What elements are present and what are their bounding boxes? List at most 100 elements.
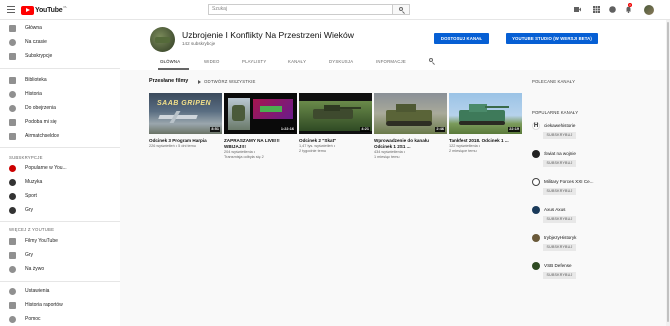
scrollbar-thumb[interactable]: [667, 22, 669, 322]
sidebar-item-history[interactable]: Historia: [0, 89, 120, 101]
sidebar-item-label: Do obejrzenia: [25, 105, 56, 111]
channel-title: Uzbrojenie I Konflikty Na Przestrzeni Wi…: [182, 30, 354, 40]
video-thumbnail[interactable]: SAAB GRIPEN 8:51: [149, 93, 222, 134]
subscriptions-icon: [9, 53, 16, 60]
sidebar-item-home[interactable]: Główna: [0, 23, 120, 35]
apps-icon[interactable]: [593, 6, 600, 13]
sidebar-item-popular[interactable]: Popularne w You...: [0, 163, 120, 175]
subscribe-button[interactable]: SUBSKRYBUJ: [543, 216, 576, 223]
video-card[interactable]: SAAB GRIPEN 8:51 Odcinek 3 Program Harpi…: [149, 93, 222, 149]
divider: [0, 68, 120, 69]
create-video-icon[interactable]: [574, 6, 581, 13]
channel-item[interactable]: H ciekawehistorie SUBSKRYBUJ: [532, 122, 652, 142]
play-icon: [198, 79, 201, 84]
subscribe-button[interactable]: SUBSKRYBUJ: [543, 244, 576, 251]
clock-icon: [9, 105, 16, 112]
channel-name[interactable]: Military Forces XXI Ce...: [544, 179, 604, 184]
sidebar-item-report-history[interactable]: Historia raportów: [0, 300, 120, 312]
tab-playlists[interactable]: PLAYLISTY: [242, 59, 266, 64]
bell-icon[interactable]: [625, 6, 632, 14]
channel-avatar: [532, 206, 540, 214]
video-thumbnail[interactable]: 2:46: [374, 93, 447, 134]
sidebar-item-label: Popularne w You...: [25, 165, 67, 171]
sidebar-item-label: Gry: [25, 252, 34, 258]
sidebar-item-label: Biblioteka: [25, 77, 47, 83]
play-all-button[interactable]: ODTWÓRZ WSZYSTKIE: [198, 79, 256, 84]
search-input[interactable]: Szukaj: [208, 4, 393, 15]
channel-item[interactable]: VSB Defense SUBSKRYBUJ: [532, 262, 652, 282]
tab-about[interactable]: INFORMACJE: [376, 59, 406, 64]
thumbs-up-icon: [9, 119, 16, 126]
tab-videos[interactable]: WIDEO: [204, 59, 220, 64]
channel-avatar: [532, 178, 540, 186]
sidebar-item-label: Historia: [25, 91, 42, 97]
subscribe-button[interactable]: SUBSKRYBUJ: [543, 160, 576, 167]
logo-country: PL: [63, 5, 68, 9]
sidebar-item-trending[interactable]: Na czasie: [0, 37, 120, 49]
youtube-logo[interactable]: YouTube PL: [21, 5, 67, 15]
channel-item[interactable]: Świat na wojnie SUBSKRYBUJ: [532, 150, 652, 170]
sidebar-item-gaming[interactable]: Gry: [0, 205, 120, 217]
music-icon: [9, 179, 16, 186]
sidebar-item-sport[interactable]: Sport: [0, 191, 120, 203]
channel-content: Przesłane filmy ODTWÓRZ WSZYSTKIE SAAB G…: [120, 70, 670, 326]
sidebar-item-label: Airmatchseldce: [25, 133, 60, 139]
video-meta: 1 miesiąc temu: [374, 155, 400, 159]
channel-name[interactable]: Świat na wojnie: [544, 151, 604, 156]
sidebar-item-library[interactable]: Biblioteka: [0, 75, 120, 87]
video-title[interactable]: ZAPRASZAMY NA LIVE!!! WBIJAJ!!!: [224, 138, 297, 150]
video-duration: 8:51: [210, 127, 220, 132]
sidebar-item-label: Podoba mi się: [25, 119, 57, 125]
main-content: Uzbrojenie I Konflikty Na Przestrzeni Wi…: [120, 20, 670, 326]
search-button[interactable]: [393, 4, 410, 15]
sidebar-item-gaming-more[interactable]: Gry: [0, 250, 120, 262]
scrollbar[interactable]: [666, 20, 670, 326]
video-card[interactable]: 4:21 Odcinek 2 "Skat" 1,47 tys. wyświetl…: [299, 93, 372, 154]
tab-discussion[interactable]: DYSKUSJA: [329, 59, 353, 64]
messages-icon[interactable]: [609, 6, 616, 13]
channel-avatar: H: [532, 122, 540, 130]
uploads-title[interactable]: Przesłane filmy: [149, 78, 188, 84]
notification-badge: 3: [628, 3, 632, 7]
channel-item[interactable]: trybjezyHistoryk SUBSKRYBUJ: [532, 234, 652, 254]
flame-icon: [9, 39, 16, 46]
video-card[interactable]: 2:46 Wprowadzenie do kanału Odcinek 1 2S…: [374, 93, 447, 160]
youtube-studio-button[interactable]: YOUTUBE STUDIO (W WERSJI BETA): [506, 33, 598, 44]
video-thumbnail[interactable]: 22:19: [449, 93, 522, 134]
channel-name[interactable]: ciekawehistorie: [544, 123, 604, 128]
sidebar-item-movies[interactable]: Filmy YouTube: [0, 236, 120, 248]
sidebar-item-live[interactable]: Na żywo: [0, 264, 120, 276]
playlist-icon: [9, 133, 16, 140]
subscribe-button[interactable]: SUBSKRYBUJ: [543, 132, 576, 139]
sidebar-item-label: Ustawienia: [25, 288, 50, 294]
video-title[interactable]: Wprowadzenie do kanału Odcinek 1 2S1 ...: [374, 138, 447, 150]
sidebar-item-help[interactable]: Pomoc: [0, 314, 120, 326]
video-duration: 1:22:16: [279, 127, 295, 132]
sidebar-item-settings[interactable]: Ustawienia: [0, 286, 120, 298]
sidebar-item-watch-later[interactable]: Do obejrzenia: [0, 103, 120, 115]
subscribe-button[interactable]: SUBSKRYBUJ: [543, 272, 576, 279]
tab-home[interactable]: GŁÓWNA: [160, 59, 180, 64]
sidebar-item-subscriptions[interactable]: Subskrypcje: [0, 51, 120, 63]
subscribe-button[interactable]: SUBSKRYBUJ: [543, 188, 576, 195]
tab-channels[interactable]: KANAŁY: [288, 59, 306, 64]
sidebar-item-playlist[interactable]: Airmatchseldce: [0, 131, 120, 143]
sidebar-item-liked[interactable]: Podoba mi się: [0, 117, 120, 129]
subscriptions-heading: SUBSKRYPCJE: [9, 155, 43, 160]
channel-name[interactable]: trybjezyHistoryk: [544, 235, 604, 240]
channel-name[interactable]: Axus Axus: [544, 207, 604, 212]
video-thumbnail[interactable]: 1:22:16: [224, 93, 297, 134]
menu-icon[interactable]: [7, 6, 15, 13]
customize-channel-button[interactable]: DOSTOSUJ KANAŁ: [434, 33, 489, 44]
video-meta: 2 miesiące temu: [449, 149, 477, 153]
channel-item[interactable]: Military Forces XXI Ce... SUBSKRYBUJ: [532, 178, 652, 198]
thumbnail-caption: SAAB GRIPEN: [157, 100, 212, 107]
channel-item[interactable]: Axus Axus SUBSKRYBUJ: [532, 206, 652, 226]
video-card[interactable]: 22:19 Tankfest 2018. Odcinek 1 ... 122 w…: [449, 93, 522, 154]
video-card[interactable]: 1:22:16 ZAPRASZAMY NA LIVE!!! WBIJAJ!!! …: [224, 93, 297, 160]
account-avatar[interactable]: [644, 5, 654, 15]
sidebar-item-music[interactable]: Muzyka: [0, 177, 120, 189]
channel-name[interactable]: VSB Defense: [544, 263, 604, 268]
home-icon: [9, 25, 16, 32]
video-thumbnail[interactable]: 4:21: [299, 93, 372, 134]
